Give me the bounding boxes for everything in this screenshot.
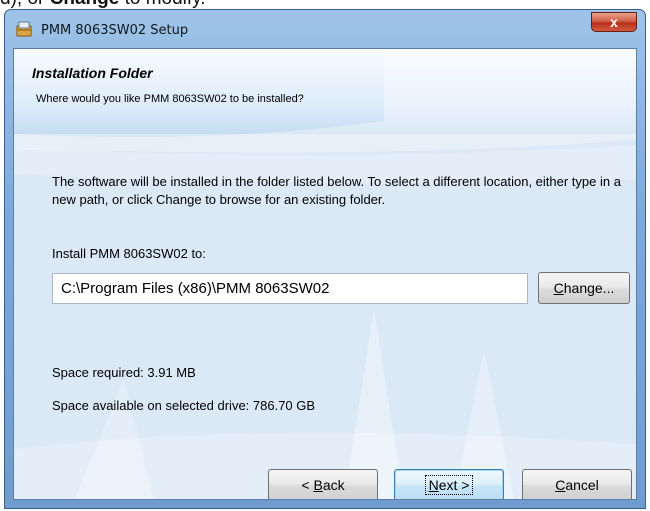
- install-path-field[interactable]: C:\Program Files (x86)\PMM 8063SW02: [52, 273, 528, 304]
- next-mnemonic: N: [428, 477, 439, 493]
- next-label: ext >: [438, 477, 470, 493]
- change-button[interactable]: Change...: [538, 272, 630, 304]
- setup-icon: [15, 21, 33, 37]
- doc-prefix: d), or: [0, 0, 50, 9]
- close-button[interactable]: x: [591, 12, 637, 32]
- space-required: Space required: 3.91 MB: [52, 365, 196, 380]
- page-title: Installation Folder: [32, 65, 153, 81]
- page-subtitle: Where would you like PMM 8063SW02 to be …: [36, 93, 304, 105]
- back-button[interactable]: < Back: [268, 469, 378, 499]
- setup-window: PMM 8063SW02 Setup x Installation Folder…: [4, 9, 646, 509]
- cancel-mnemonic: C: [555, 477, 566, 493]
- back-prefix: <: [301, 477, 314, 493]
- cancel-label: ancel: [565, 477, 599, 493]
- doc-suffix: to modify.: [119, 0, 206, 9]
- title-bar[interactable]: PMM 8063SW02 Setup x: [5, 10, 645, 48]
- change-mnemonic: C: [553, 280, 564, 296]
- space-available: Space available on selected drive: 786.7…: [52, 398, 316, 413]
- next-focus-ring: Next >: [424, 475, 474, 495]
- back-mnemonic: B: [313, 477, 323, 493]
- change-label: hange...: [563, 280, 615, 296]
- install-path-label: Install PMM 8063SW02 to:: [52, 246, 206, 261]
- cancel-button[interactable]: Cancel: [522, 469, 632, 499]
- doc-bold: Change: [50, 0, 120, 9]
- close-icon: x: [610, 14, 618, 30]
- client-area: Installation Folder Where would you like…: [13, 48, 637, 500]
- window-title: PMM 8063SW02 Setup: [41, 23, 189, 38]
- description-text: The software will be installed in the fo…: [52, 174, 621, 207]
- next-button[interactable]: Next >: [394, 469, 504, 499]
- back-label: ack: [322, 477, 345, 493]
